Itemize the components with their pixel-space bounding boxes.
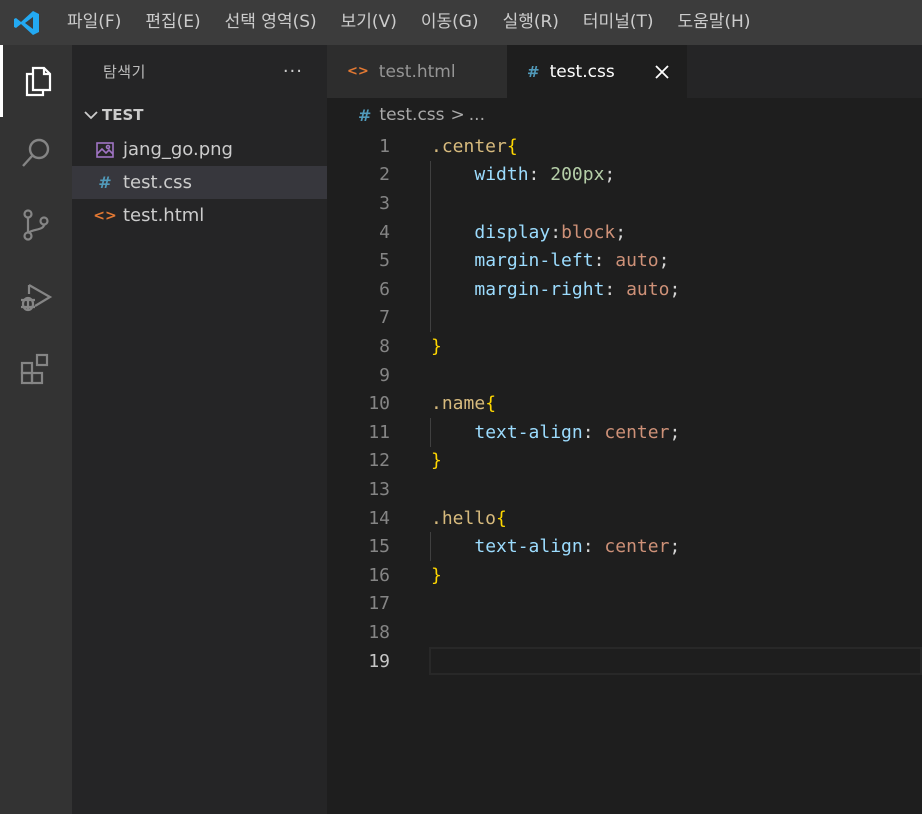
code-line[interactable]: 17	[327, 590, 922, 619]
code-line[interactable]: 16}	[327, 561, 922, 590]
code-text: }	[431, 450, 442, 472]
line-number: 3	[379, 192, 390, 214]
folder-test[interactable]: TEST	[72, 97, 327, 133]
line-number: 2	[379, 164, 390, 186]
source-control-icon[interactable]	[0, 189, 72, 261]
code-text: text-align: center;	[474, 421, 681, 443]
css-file-icon: #	[527, 62, 540, 81]
line-number: 8	[379, 335, 390, 357]
run-debug-icon[interactable]	[0, 261, 72, 333]
code-line[interactable]: 3	[327, 189, 922, 218]
html-file-icon: <>	[93, 207, 117, 224]
more-actions-icon[interactable]: ···	[283, 61, 303, 82]
code-line[interactable]: 8}	[327, 332, 922, 361]
line-number: 12	[368, 450, 390, 472]
line-number: 6	[379, 278, 390, 300]
code-text: width: 200px;	[474, 164, 616, 186]
file-test-html[interactable]: <> test.html	[72, 199, 327, 232]
menu-file[interactable]: 파일(F)	[55, 0, 133, 45]
code-line[interactable]: 1 .center{	[327, 132, 922, 161]
menu-run[interactable]: 실행(R)	[491, 0, 571, 45]
line-number: 13	[368, 478, 390, 500]
code-line[interactable]: 19	[327, 647, 922, 676]
breadcrumb: # test.css > ...	[327, 98, 922, 132]
menu-edit[interactable]: 편집(E)	[133, 0, 212, 45]
explorer-sidebar: 탐색기 ··· TEST jang_go.png # test.css <> t…	[72, 45, 327, 814]
code-line[interactable]: 7	[327, 304, 922, 333]
code-text: text-align: center;	[474, 536, 681, 558]
html-file-icon: <>	[347, 64, 369, 79]
tab-test-html[interactable]: <> test.html	[327, 45, 507, 98]
code-line[interactable]: 15 text-align: center;	[327, 532, 922, 561]
line-number: 16	[368, 564, 390, 586]
code-text: .hello{	[431, 507, 507, 529]
code-line[interactable]: 5 margin-left: auto;	[327, 246, 922, 275]
sidebar-header: 탐색기 ···	[72, 45, 327, 97]
menu-terminal[interactable]: 터미널(T)	[571, 0, 666, 45]
explorer-icon[interactable]	[0, 45, 72, 117]
tab-test-css[interactable]: # test.css	[507, 45, 687, 98]
line-number: 19	[368, 650, 390, 672]
code-text: margin-left: auto;	[474, 250, 670, 272]
editor-tabs: <> test.html # test.css	[327, 45, 922, 98]
code-line[interactable]: 10 .name{	[327, 389, 922, 418]
menu-go[interactable]: 이동(G)	[409, 0, 491, 45]
search-icon[interactable]	[0, 117, 72, 189]
line-number: 9	[379, 364, 390, 386]
code-line[interactable]: 2 width: 200px;	[327, 161, 922, 190]
code-text: display:block;	[474, 221, 627, 243]
code-text: .name{	[431, 393, 497, 415]
line-number: 10	[368, 393, 390, 415]
code-editor[interactable]: 1 .center{2 width: 200px; 3 4 display:block…	[327, 132, 922, 814]
menu-view[interactable]: 보기(V)	[329, 0, 409, 45]
line-number: 11	[368, 421, 390, 443]
extensions-icon[interactable]	[0, 333, 72, 405]
line-number: 14	[368, 507, 390, 529]
file-test-css[interactable]: # test.css	[72, 166, 327, 199]
line-number: 5	[379, 250, 390, 272]
code-line[interactable]: 14 .hello{	[327, 504, 922, 533]
tab-label: test.css	[549, 61, 615, 82]
code-text: }	[431, 335, 442, 357]
breadcrumb-file[interactable]: test.css	[379, 105, 444, 125]
close-icon[interactable]	[651, 61, 673, 83]
menu-bar: 파일(F) 편집(E) 선택 영역(S) 보기(V) 이동(G) 실행(R) 터…	[55, 0, 762, 45]
code-line[interactable]: 6 margin-right: auto;	[327, 275, 922, 304]
chevron-down-icon	[80, 105, 102, 125]
breadcrumb-rest[interactable]: ...	[469, 105, 485, 125]
css-file-icon: #	[358, 105, 372, 125]
file-name: test.css	[123, 172, 192, 193]
code-line[interactable]: 13	[327, 475, 922, 504]
title-bar: 파일(F) 편집(E) 선택 영역(S) 보기(V) 이동(G) 실행(R) 터…	[0, 0, 922, 45]
current-line-highlight	[429, 647, 922, 676]
code-line[interactable]: 9	[327, 361, 922, 390]
file-jang-go-png[interactable]: jang_go.png	[72, 133, 327, 166]
file-name: jang_go.png	[123, 139, 233, 160]
tab-label: test.html	[378, 61, 456, 82]
line-number: 15	[368, 536, 390, 558]
line-number: 4	[379, 221, 390, 243]
line-number: 1	[379, 135, 390, 157]
line-number: 7	[379, 307, 390, 329]
image-file-icon	[94, 140, 116, 160]
code-line[interactable]: 18	[327, 618, 922, 647]
line-number: 17	[368, 593, 390, 615]
vscode-logo-icon	[14, 10, 39, 35]
code-text: margin-right: auto;	[474, 278, 681, 300]
code-line[interactable]: 11 text-align: center;	[327, 418, 922, 447]
sidebar-title: 탐색기	[103, 62, 146, 81]
code-line[interactable]: 4 display:block;	[327, 218, 922, 247]
file-name: test.html	[123, 205, 205, 226]
line-number: 18	[368, 621, 390, 643]
activity-bar	[0, 45, 72, 814]
menu-selection[interactable]: 선택 영역(S)	[213, 0, 329, 45]
menu-help[interactable]: 도움말(H)	[666, 0, 763, 45]
code-text: }	[431, 564, 442, 586]
code-text: .center{	[431, 135, 518, 157]
code-line[interactable]: 12}	[327, 447, 922, 476]
css-file-icon: #	[98, 173, 112, 192]
chevron-right-icon: >	[450, 105, 465, 125]
folder-name: TEST	[102, 106, 144, 124]
